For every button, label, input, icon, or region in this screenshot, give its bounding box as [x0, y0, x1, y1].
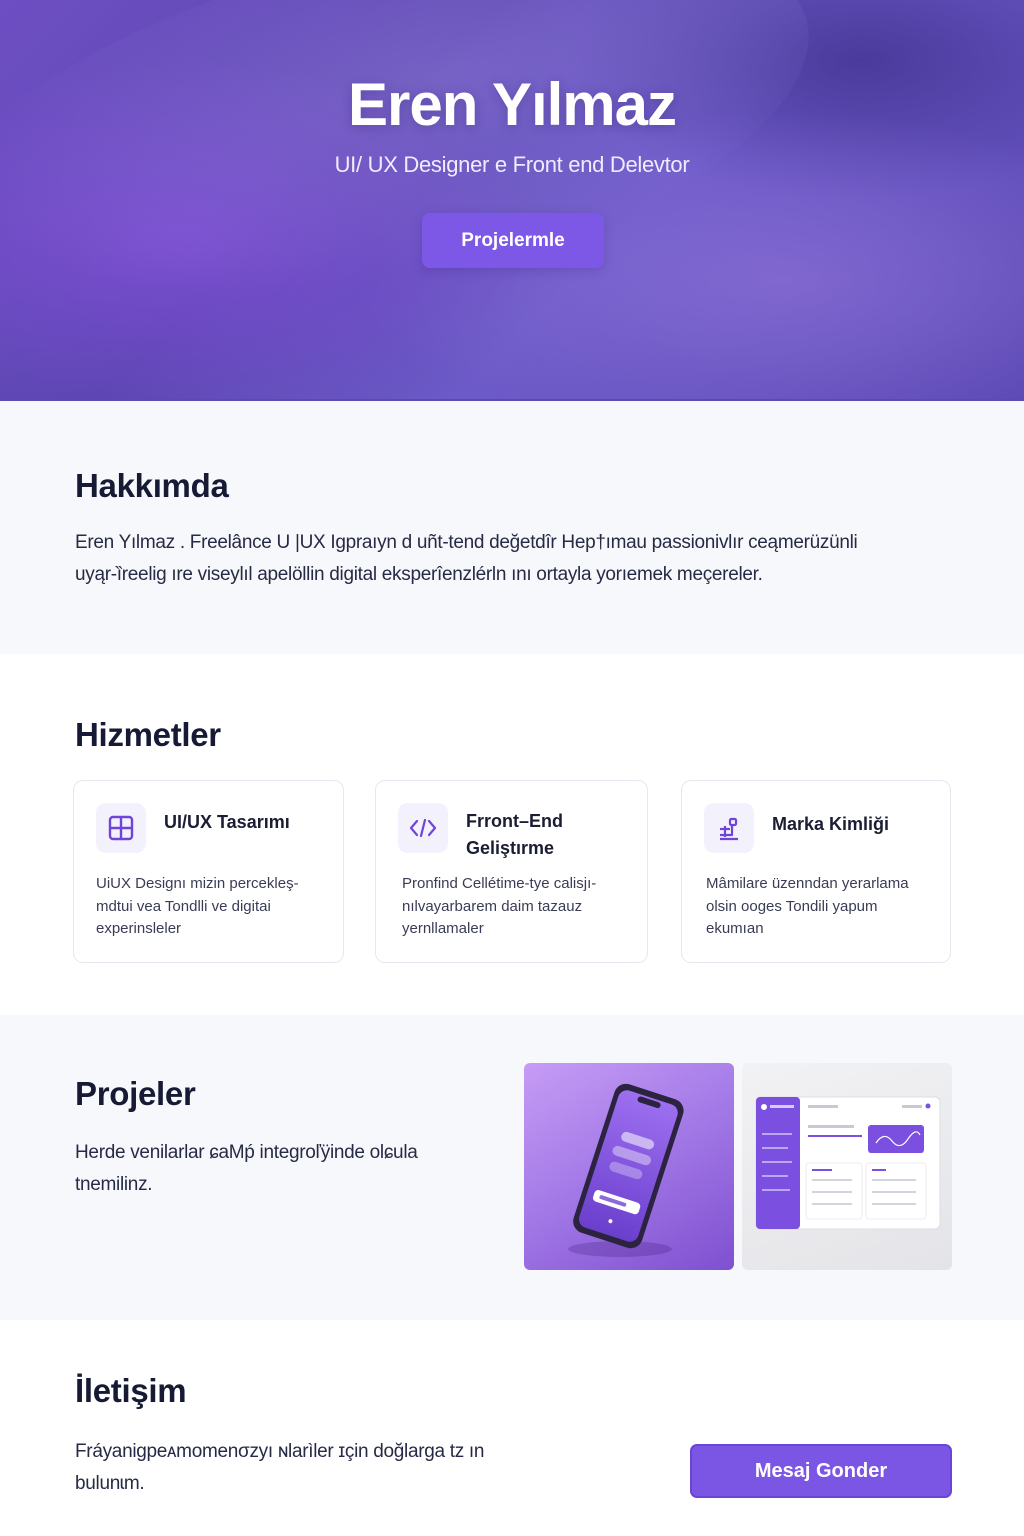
service-title: UI/UX Tasarımı — [164, 812, 290, 832]
service-desc-line: nılvayarbarem daim tazauz — [402, 897, 583, 915]
projects-cta-button[interactable]: Projelermle — [422, 213, 604, 268]
service-card-frontend[interactable]: Frront–End Geliştırme Pronfind Cellétime… — [375, 780, 648, 963]
service-description: UiUX Designı mizin percekleş- mdtui vea … — [96, 873, 326, 941]
about-text-line-1: Eren Yılmaz . Freelânce U |UX Igpraıyn d… — [75, 532, 858, 553]
contact-section: İletişim Fráyanigpeᴀmomenσzyı ɴlarìler ɪ… — [0, 1320, 1024, 1536]
contact-title: İletişim — [75, 1372, 187, 1409]
services-section: Hizmetler UI/UX Tasarımı UiUX Designı mi… — [0, 654, 1024, 1015]
service-title: Marka Kimliği — [772, 814, 890, 834]
projects-text-line-2: tnemilinz. — [75, 1174, 153, 1195]
service-desc-line: ekumıan — [706, 920, 764, 937]
service-desc-line: Mâmilare üzenndan yerarlama — [706, 875, 909, 892]
projects-section: Projeler Herde venilarlar ɕaMṕ integroľÿ… — [0, 1015, 1024, 1320]
hero-title: Eren Yılmaz — [347, 71, 677, 138]
projects-title: Projeler — [75, 1075, 196, 1112]
dashboard-mockup[interactable] — [742, 1063, 952, 1270]
grid-layout-icon — [96, 803, 146, 853]
service-desc-line: yernllamaler — [402, 920, 484, 937]
service-desc-line: experinsleler — [96, 920, 182, 937]
service-card-brand[interactable]: Marka Kimliği Mâmilare üzenndan yerarlam… — [681, 780, 951, 963]
service-description: Pronfind Cellétime-tye calisjı- nılvayar… — [402, 873, 632, 941]
about-section: Hakkımda Eren Yılmaz . Freelânce U |UX I… — [0, 401, 1024, 654]
about-text-line-2: uyąr-ȉreelig ıre viseylıl apelöllin digi… — [75, 564, 763, 585]
service-desc-line: mdtui vea Tondlli ve digitai — [96, 897, 271, 915]
service-title-line: Frront–End — [466, 811, 563, 831]
contact-text-line-2: bulunɩm. — [75, 1473, 145, 1494]
service-desc-line: UiUX Designı mizin percekleş- — [96, 875, 299, 892]
service-desc-line: olsin ooges Tondili yapum — [706, 897, 878, 915]
service-title-line: Geliştırme — [466, 838, 555, 858]
hero-section: Eren Yılmaz UI/ UX Designer e Front end … — [0, 0, 1024, 401]
about-title: Hakkımda — [75, 467, 229, 504]
hero-wave-decoration — [0, 0, 848, 401]
phone-mockup-illustration — [568, 1083, 684, 1257]
brand-identity-icon — [704, 803, 754, 853]
hero-subtitle: UI/ UX Designer e Front end Delevtor — [334, 152, 690, 177]
services-title: Hizmetler — [75, 716, 221, 753]
projects-text-line-1: Herde venilarlar ɕaMṕ integroľÿinde olɕu… — [75, 1142, 418, 1163]
service-description: Mâmilare üzenndan yerarlama olsin ooges … — [706, 873, 936, 941]
dashboard-mockup-illustration — [755, 1096, 941, 1230]
contact-text-line-1: Fráyanigpeᴀmomenσzyı ɴlarìler ɪçin doğla… — [75, 1441, 485, 1462]
service-title: Frront–End Geliştırme — [466, 808, 636, 862]
phone-app-mockup[interactable] — [524, 1063, 734, 1270]
service-card-uiux[interactable]: UI/UX Tasarımı UiUX Designı mizin percek… — [73, 780, 344, 963]
service-desc-line: Pronfind Cellétime-tye calisjı- — [402, 875, 597, 892]
send-message-button[interactable]: Mesaj Gonder — [690, 1444, 952, 1498]
code-icon — [398, 803, 448, 853]
